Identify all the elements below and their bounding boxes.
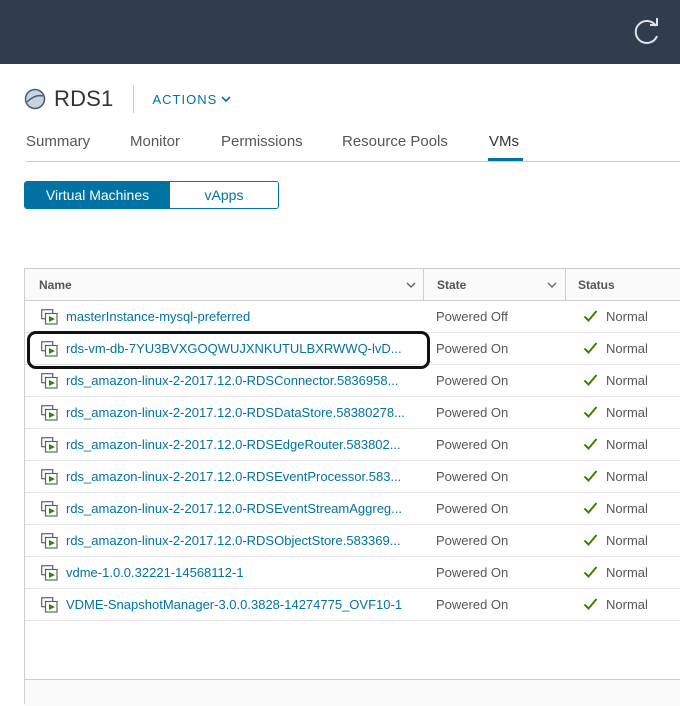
vm-name-link[interactable]: vdme-1.0.0.32221-14568112-1: [66, 565, 412, 580]
check-icon: [583, 501, 598, 515]
check-icon: [583, 405, 598, 419]
vm-state: Powered On: [436, 597, 509, 612]
table-footer: [25, 679, 680, 705]
table-row[interactable]: masterInstance-mysql-preferred Powered Of…: [25, 301, 680, 333]
vm-status: Normal: [606, 597, 648, 612]
table-row[interactable]: rds_amazon-linux-2-2017.12.0-RDSObjectSt…: [25, 525, 680, 557]
table-row[interactable]: vdme-1.0.0.32221-14568112-1 Powered On Nor…: [25, 557, 680, 589]
vm-state: Powered On: [436, 373, 509, 388]
page-title: RDS1: [54, 86, 114, 111]
vm-status: Normal: [606, 341, 648, 356]
actions-label: ACTIONS: [152, 91, 218, 107]
vm-state: Powered On: [436, 533, 509, 548]
tab-permissions[interactable]: Permissions: [221, 133, 303, 150]
tab-resource-pools[interactable]: Resource Pools: [342, 133, 448, 150]
virtual-machines-button[interactable]: Virtual Machines: [25, 182, 170, 208]
tab-summary[interactable]: Summary: [26, 133, 90, 150]
vm-icon: [41, 533, 58, 549]
object-header: RDS1 ACTIONS: [24, 84, 231, 114]
vm-name-link[interactable]: rds_amazon-linux-2-2017.12.0-RDSObjectSt…: [66, 533, 412, 548]
table-row[interactable]: rds_amazon-linux-2-2017.12.0-RDSEventStr…: [25, 493, 680, 525]
refresh-icon[interactable]: [630, 16, 662, 48]
vm-state: Powered On: [436, 405, 509, 420]
top-bar: [0, 0, 680, 64]
vm-name-link[interactable]: rds_amazon-linux-2-2017.12.0-RDSDataStor…: [66, 405, 412, 420]
column-header-state[interactable]: State: [437, 269, 466, 301]
vm-name-link[interactable]: rds_amazon-linux-2-2017.12.0-RDSEventStr…: [66, 501, 412, 516]
vm-status: Normal: [606, 469, 648, 484]
table-row[interactable]: rds_amazon-linux-2-2017.12.0-RDSDataStor…: [25, 397, 680, 429]
vm-status: Normal: [606, 405, 648, 420]
vm-state: Powered On: [436, 565, 509, 580]
table-row[interactable]: rds_amazon-linux-2-2017.12.0-RDSEventPro…: [25, 461, 680, 493]
vm-state: Powered On: [436, 437, 509, 452]
vm-state: Powered On: [436, 341, 509, 356]
chevron-down-icon: [221, 96, 231, 103]
actions-menu[interactable]: ACTIONS: [153, 92, 232, 107]
column-divider[interactable]: [565, 269, 566, 301]
vm-name-link[interactable]: rds_amazon-linux-2-2017.12.0-RDSConnecto…: [66, 373, 412, 388]
vm-status: Normal: [606, 501, 648, 516]
vm-icon: [41, 405, 58, 421]
tab-bar: Summary Monitor Permissions Resource Poo…: [26, 126, 680, 162]
vm-icon: [41, 501, 58, 517]
vm-name-link[interactable]: masterInstance-mysql-preferred: [66, 309, 412, 324]
vm-state: Powered On: [436, 469, 509, 484]
column-header-status[interactable]: Status: [578, 269, 615, 301]
column-divider[interactable]: [423, 269, 424, 301]
check-icon: [583, 533, 598, 547]
vm-status: Normal: [606, 533, 648, 548]
table-row[interactable]: rds_amazon-linux-2-2017.12.0-RDSEdgeRout…: [25, 429, 680, 461]
chevron-down-icon[interactable]: [546, 279, 558, 291]
tab-monitor[interactable]: Monitor: [130, 133, 180, 150]
resource-pool-icon: [24, 88, 46, 110]
active-tab-indicator: [488, 158, 523, 161]
vm-name-link[interactable]: rds_amazon-linux-2-2017.12.0-RDSEventPro…: [66, 469, 412, 484]
vapps-button[interactable]: vApps: [170, 182, 278, 208]
vm-icon: [41, 469, 58, 485]
vm-icon: [41, 597, 58, 613]
check-icon: [583, 341, 598, 355]
check-icon: [583, 469, 598, 483]
vm-name-link[interactable]: VDME-SnapshotManager-3.0.0.3828-14274775…: [66, 597, 412, 612]
vm-status: Normal: [606, 309, 648, 324]
vm-name-link[interactable]: rds_amazon-linux-2-2017.12.0-RDSEdgeRout…: [66, 437, 412, 452]
vm-status: Normal: [606, 565, 648, 580]
table-row[interactable]: rds_amazon-linux-2-2017.12.0-RDSConnecto…: [25, 365, 680, 397]
check-icon: [583, 373, 598, 387]
column-header-name[interactable]: Name: [39, 269, 72, 301]
view-toggle: Virtual Machines vApps: [24, 181, 279, 209]
chevron-down-icon[interactable]: [405, 279, 417, 291]
table-row[interactable]: VDME-SnapshotManager-3.0.0.3828-14274775…: [25, 589, 680, 621]
header-divider: [132, 85, 134, 113]
vm-icon: [41, 437, 58, 453]
vm-icon: [41, 373, 58, 389]
check-icon: [583, 597, 598, 611]
check-icon: [583, 437, 598, 451]
vm-state: Powered Off: [436, 309, 509, 324]
vm-state: Powered On: [436, 501, 509, 516]
tab-vms[interactable]: VMs: [489, 133, 519, 150]
vm-icon: [41, 565, 58, 581]
check-icon: [583, 309, 598, 323]
check-icon: [583, 565, 598, 579]
table-header: Name State Status: [25, 269, 680, 301]
vm-status: Normal: [606, 373, 648, 388]
vm-status: Normal: [606, 437, 648, 452]
highlight-box: [27, 331, 430, 369]
vm-icon: [41, 309, 58, 325]
